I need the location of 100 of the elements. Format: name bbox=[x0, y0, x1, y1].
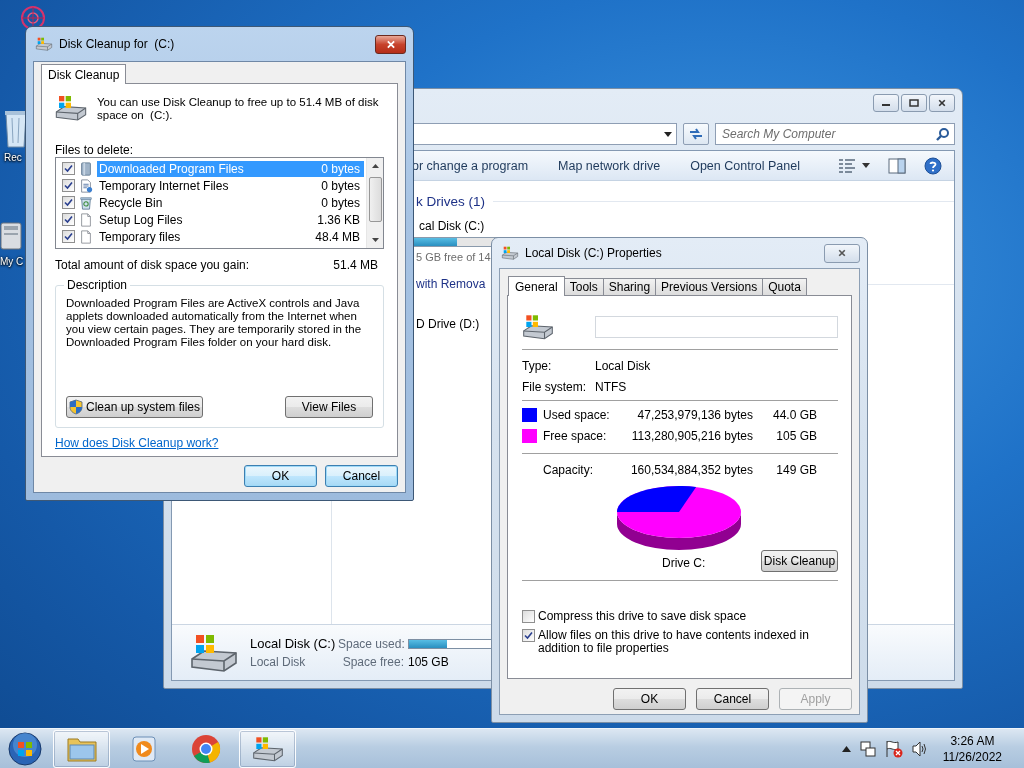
drive-label: Drive C: bbox=[662, 556, 706, 570]
checkbox-label: Compress this drive to save disk space bbox=[538, 610, 748, 623]
help-link[interactable]: How does Disk Cleanup work? bbox=[55, 436, 219, 450]
show-hidden-icons-icon[interactable] bbox=[841, 746, 851, 752]
speaker-icon[interactable] bbox=[911, 741, 928, 757]
close-button[interactable] bbox=[375, 34, 406, 54]
total-value: 51.4 MB bbox=[333, 258, 378, 272]
byte-count: 113,280,905,216 bytes bbox=[630, 428, 753, 443]
help-icon[interactable] bbox=[924, 156, 942, 175]
file-size: 0 bytes bbox=[321, 178, 360, 193]
dialog-button[interactable]: OK bbox=[613, 688, 686, 710]
size-value: 149 GB bbox=[775, 462, 817, 477]
clock-date: 11/26/2022 bbox=[942, 749, 1002, 765]
clock[interactable]: 3:26 AM 11/26/2022 bbox=[942, 733, 1002, 765]
name-field[interactable] bbox=[595, 316, 838, 338]
drive-icon bbox=[501, 246, 519, 260]
file-category: Recycle Bin bbox=[99, 195, 163, 210]
windows-logo-icon bbox=[8, 732, 42, 766]
preview-pane-icon[interactable] bbox=[888, 157, 906, 174]
file-size: 1.36 KB bbox=[317, 212, 360, 227]
view-files-button[interactable]: View Files bbox=[285, 396, 373, 418]
caret-down-icon bbox=[862, 163, 870, 168]
list-item[interactable]: Temporary files 48.4 MB bbox=[97, 228, 364, 245]
list-item[interactable]: Temporary Internet Files 0 bytes bbox=[97, 177, 364, 194]
computer-icon bbox=[0, 222, 22, 252]
field-label: Space free: bbox=[341, 655, 404, 669]
document-icon bbox=[79, 178, 93, 193]
byte-count: 160,534,884,352 bytes bbox=[629, 462, 753, 477]
scroll-up-icon[interactable] bbox=[371, 164, 379, 168]
group-label: Description bbox=[66, 278, 129, 292]
window-title: Local Disk (C:) Properties bbox=[525, 246, 662, 260]
close-button[interactable] bbox=[929, 94, 955, 112]
field-value: NTFS bbox=[595, 379, 628, 394]
file-size: 0 bytes bbox=[321, 161, 360, 176]
checkbox[interactable] bbox=[62, 213, 75, 226]
start-button[interactable] bbox=[5, 730, 45, 768]
recycle-bin-icon bbox=[4, 110, 26, 148]
dialog-button[interactable]: OK bbox=[244, 465, 317, 487]
field-label: Free space: bbox=[543, 428, 608, 443]
dialog-button[interactable]: Cancel bbox=[696, 688, 769, 710]
search-field[interactable]: Search My Computer bbox=[715, 123, 955, 145]
intro-text: You can use Disk Cleanup to free up to 51.4 MB of disk space on (C:). bbox=[97, 96, 380, 123]
taskbar-button[interactable] bbox=[239, 730, 296, 768]
tab[interactable]: Disk Cleanup bbox=[41, 64, 127, 84]
checkbox[interactable] bbox=[62, 230, 75, 243]
file-size: 48.4 MB bbox=[315, 229, 360, 244]
field-value: 105 GB bbox=[408, 655, 450, 669]
field-value: Local Disk bbox=[595, 358, 652, 373]
toolbar-button[interactable]: Open Control Panel bbox=[690, 158, 800, 173]
minimize-button[interactable] bbox=[873, 94, 899, 112]
maximize-button[interactable] bbox=[901, 94, 927, 112]
size-value: 105 GB bbox=[775, 428, 817, 443]
file-size: 0 bytes bbox=[321, 195, 360, 210]
shield-icon bbox=[69, 399, 83, 415]
checkbox[interactable] bbox=[522, 629, 535, 642]
scrollbar[interactable] bbox=[366, 158, 383, 248]
search-icon bbox=[936, 127, 950, 141]
drive-icon bbox=[522, 314, 554, 340]
tab[interactable]: Sharing bbox=[602, 278, 657, 295]
drive-icon bbox=[35, 37, 53, 51]
field-label: Used space: bbox=[543, 407, 611, 422]
close-icon bbox=[937, 99, 947, 107]
drive-icon bbox=[190, 632, 238, 673]
tab[interactable]: General bbox=[508, 276, 565, 296]
list-item[interactable]: Setup Log Files 1.36 KB bbox=[97, 211, 364, 228]
file-category: Setup Log Files bbox=[99, 212, 183, 227]
group-header: k Drives (1) bbox=[416, 194, 485, 209]
checkbox[interactable] bbox=[62, 162, 75, 175]
drive-name[interactable]: cal Disk (C:) bbox=[416, 219, 485, 233]
field-label: Type: bbox=[522, 358, 553, 373]
disk-cleanup-button[interactable]: Disk Cleanup bbox=[761, 550, 838, 572]
drive-name[interactable]: D Drive (D:) bbox=[416, 317, 480, 331]
checkbox[interactable] bbox=[62, 179, 75, 192]
caret-down-icon bbox=[664, 131, 672, 137]
checkbox[interactable] bbox=[522, 610, 535, 623]
list-item[interactable]: Recycle Bin 0 bytes bbox=[97, 194, 364, 211]
flag-icon[interactable] bbox=[884, 740, 903, 758]
drive-icon bbox=[55, 94, 87, 122]
folder-icon bbox=[65, 735, 98, 763]
refresh-button[interactable] bbox=[683, 123, 709, 145]
field-label: Space used: bbox=[338, 636, 404, 651]
group-header: with Remova bbox=[416, 277, 486, 291]
desktop-icon-label: Rec bbox=[4, 152, 22, 163]
views-button[interactable] bbox=[838, 157, 870, 174]
tab[interactable]: Tools bbox=[563, 278, 604, 295]
tab[interactable]: Quota bbox=[762, 278, 807, 295]
tab[interactable]: Previous Versions bbox=[655, 278, 764, 295]
browser-icon bbox=[190, 734, 221, 764]
toolbar-button[interactable]: Map network drive bbox=[558, 158, 661, 173]
checkbox[interactable] bbox=[62, 196, 75, 209]
file-icon bbox=[79, 212, 93, 227]
byte-count: 47,253,979,136 bytes bbox=[636, 407, 753, 422]
field-label: Capacity: bbox=[543, 462, 595, 477]
dialog-button[interactable]: Cancel bbox=[325, 465, 398, 487]
file-category: Temporary files bbox=[99, 229, 181, 244]
clean-up-system-files-button[interactable]: Clean up system files bbox=[66, 396, 203, 418]
network-icon[interactable] bbox=[859, 741, 876, 757]
scroll-down-icon[interactable] bbox=[371, 238, 379, 242]
window-title: Disk Cleanup for (C:) bbox=[59, 37, 175, 51]
file-category: Temporary Internet Files bbox=[99, 178, 229, 193]
